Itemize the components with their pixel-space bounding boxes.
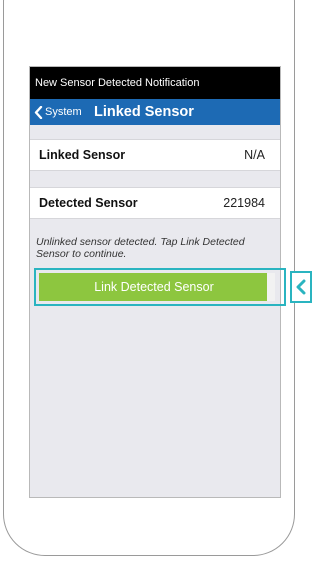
detected-sensor-value: 221984 [223, 196, 265, 210]
back-button-label: System [45, 106, 82, 118]
pointer-indicator [290, 271, 312, 303]
back-button[interactable]: System [34, 99, 82, 125]
linked-sensor-label: Linked Sensor [39, 148, 126, 162]
notification-bar: New Sensor Detected Notification [30, 67, 280, 99]
navigation-bar: System Linked Sensor [30, 99, 280, 125]
instruction-text: Unlinked sensor detected. Tap Link Detec… [36, 236, 245, 260]
page-title: Linked Sensor [94, 104, 194, 120]
highlight-frame [34, 268, 286, 306]
chevron-left-icon [34, 105, 43, 119]
linked-sensor-row: Linked Sensor N/A [30, 139, 280, 171]
detected-sensor-label: Detected Sensor [39, 196, 138, 210]
chevron-left-icon [296, 279, 306, 295]
detected-sensor-row: Detected Sensor 221984 [30, 187, 280, 219]
linked-sensor-value: N/A [244, 148, 265, 162]
notification-title: New Sensor Detected Notification [35, 77, 200, 89]
